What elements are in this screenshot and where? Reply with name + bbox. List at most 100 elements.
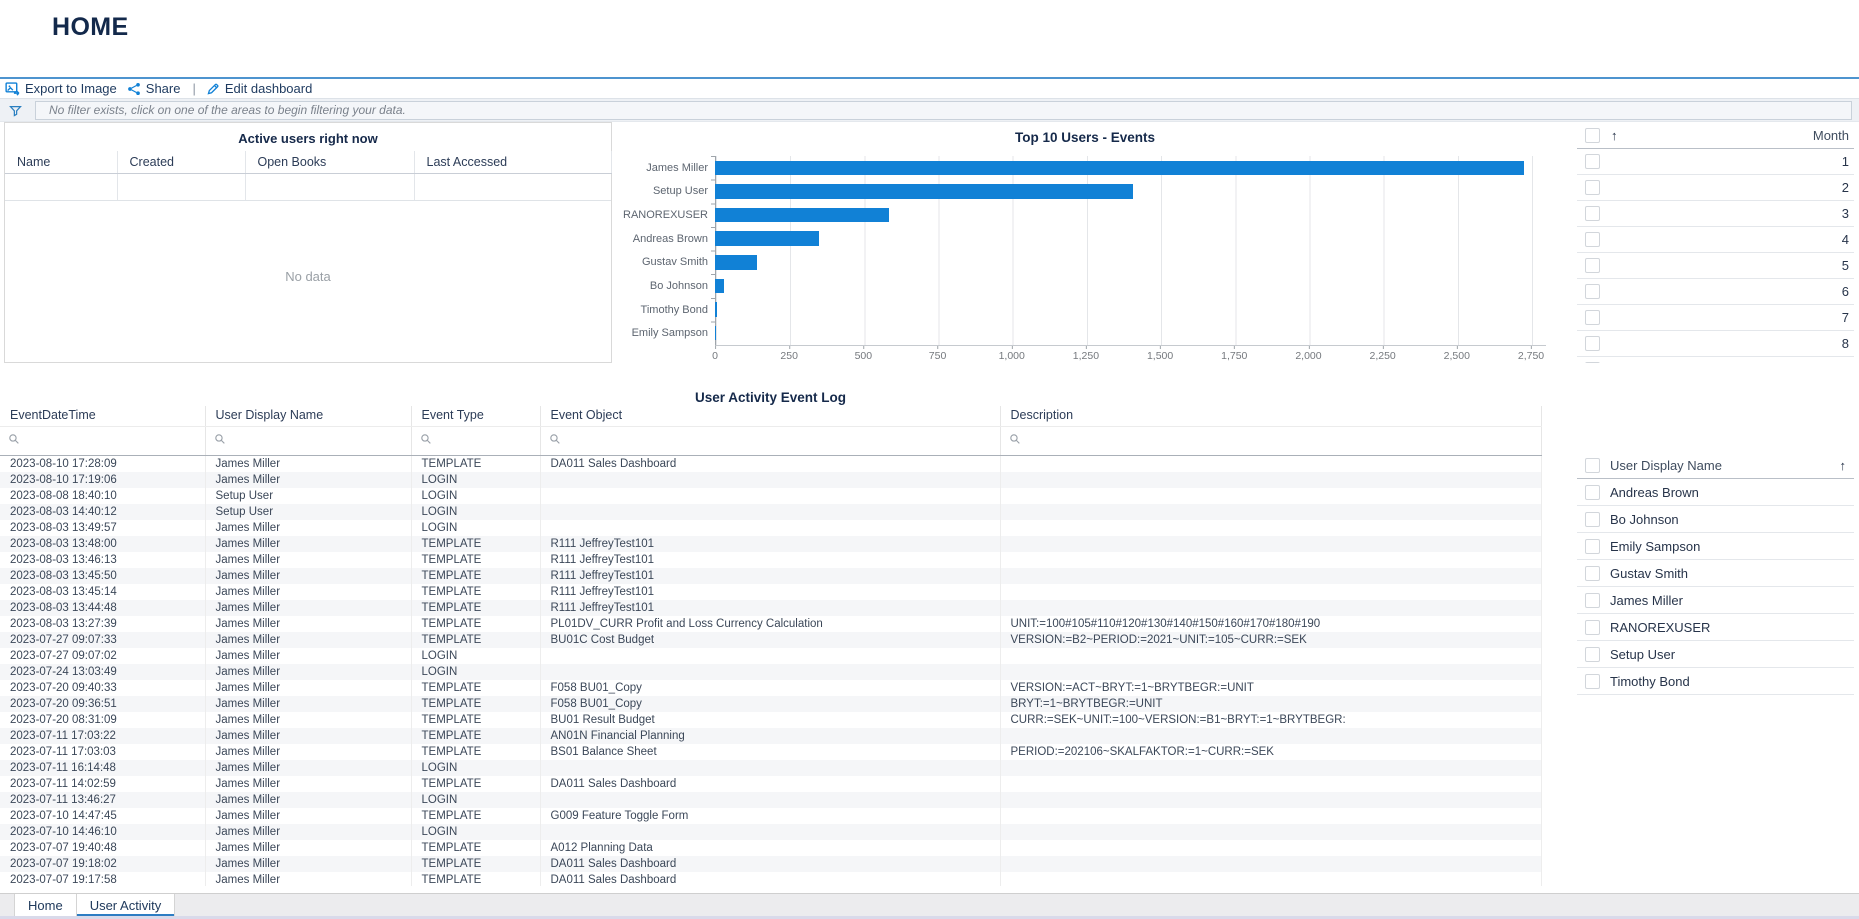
event-log-row[interactable]: 2023-08-10 17:28:09 James Miller TEMPLAT… [0,456,1541,473]
event-log-row[interactable]: 2023-07-10 14:47:45 James Miller TEMPLAT… [0,808,1541,824]
export-to-image-button[interactable]: Export to Image [5,81,117,96]
month-checkbox[interactable] [1585,336,1600,351]
chart-bar-row[interactable]: Emily Sampson [620,321,1545,345]
chart-bar-row[interactable]: Andreas Brown [620,227,1545,251]
chart-bar[interactable] [715,326,716,341]
month-filter-row[interactable]: 7 [1577,305,1854,331]
user-filter-row[interactable]: Andreas Brown [1577,479,1854,506]
column-search-input[interactable] [205,427,411,456]
column-search-input[interactable] [1000,427,1541,456]
month-checkbox[interactable] [1585,284,1600,299]
sheet-tab[interactable]: User Activity [77,894,176,916]
event-log-row[interactable]: 2023-08-03 13:44:48 James Miller TEMPLAT… [0,600,1541,616]
chart-bar[interactable] [715,302,717,317]
sheet-tab[interactable]: Home [14,894,77,916]
chart-bar-row[interactable]: Timothy Bond [620,298,1545,322]
user-filter-row[interactable]: Gustav Smith [1577,560,1854,587]
month-checkbox[interactable] [1585,206,1600,221]
month-filter-row[interactable]: 9 [1577,357,1854,363]
chart-bar[interactable] [715,231,819,246]
event-log-row[interactable]: 2023-07-07 19:17:58 James Miller TEMPLAT… [0,872,1541,886]
month-checkbox[interactable] [1585,258,1600,273]
chart-bar-row[interactable]: Gustav Smith [620,251,1545,275]
column-search-input[interactable] [0,427,205,456]
user-filter-row[interactable]: James Miller [1577,587,1854,614]
user-filter-row[interactable]: RANOREXUSER [1577,614,1854,641]
event-log-row[interactable]: 2023-07-10 14:46:10 James Miller LOGIN [0,824,1541,840]
event-log-row[interactable]: 2023-07-11 17:03:03 James Miller TEMPLAT… [0,744,1541,760]
share-button[interactable]: Share [127,81,181,96]
event-log-row[interactable]: 2023-07-27 09:07:33 James Miller TEMPLAT… [0,632,1541,648]
month-filter-row[interactable]: 6 [1577,279,1854,305]
month-select-all-checkbox[interactable] [1585,128,1600,143]
column-search-input[interactable] [411,427,540,456]
user-checkbox[interactable] [1585,593,1600,608]
user-checkbox[interactable] [1585,647,1600,662]
event-log-row[interactable]: 2023-07-20 09:40:33 James Miller TEMPLAT… [0,680,1541,696]
user-filter-row[interactable]: Emily Sampson [1577,533,1854,560]
event-log-column-header[interactable]: Event Type [411,406,540,427]
month-checkbox[interactable] [1585,232,1600,247]
month-filter-row[interactable]: 8 [1577,331,1854,357]
event-log-column-header[interactable]: Description [1000,406,1541,427]
top-users-chart-panel[interactable]: Top 10 Users - Events James Miller Setup… [620,122,1550,363]
user-checkbox[interactable] [1585,620,1600,635]
event-log-column-header[interactable]: User Display Name [205,406,411,427]
event-log-row[interactable]: 2023-08-03 13:45:14 James Miller TEMPLAT… [0,584,1541,600]
chart-bar[interactable] [715,161,1524,176]
event-log-row[interactable]: 2023-08-03 13:46:13 James Miller TEMPLAT… [0,552,1541,568]
event-log-row[interactable]: 2023-07-24 13:03:49 James Miller LOGIN [0,664,1541,680]
event-log-row[interactable]: 2023-08-03 13:49:57 James Miller LOGIN [0,520,1541,536]
user-checkbox[interactable] [1585,674,1600,689]
event-log-row[interactable]: 2023-08-08 18:40:10 Setup User LOGIN [0,488,1541,504]
chart-bar[interactable] [715,208,889,223]
user-sort-ascending-icon[interactable]: ↑ [1840,458,1847,473]
filter-status-message[interactable]: No filter exists, click on one of the ar… [35,101,1852,120]
month-filter-row[interactable]: 3 [1577,201,1854,227]
event-log-row[interactable]: 2023-07-11 17:03:22 James Miller TEMPLAT… [0,728,1541,744]
user-checkbox[interactable] [1585,539,1600,554]
user-select-all-checkbox[interactable] [1585,458,1600,473]
event-log-row[interactable]: 2023-07-20 08:31:09 James Miller TEMPLAT… [0,712,1541,728]
column-search-input[interactable] [540,427,1000,456]
user-filter-row[interactable]: Bo Johnson [1577,506,1854,533]
user-checkbox[interactable] [1585,566,1600,581]
event-log-row[interactable]: 2023-07-07 19:40:48 James Miller TEMPLAT… [0,840,1541,856]
chart-bar[interactable] [715,279,724,294]
chart-bar[interactable] [715,255,757,270]
event-log-row[interactable]: 2023-08-03 13:27:39 James Miller TEMPLAT… [0,616,1541,632]
chart-bar-row[interactable]: Setup User [620,180,1545,204]
event-log-column-header[interactable]: EventDateTime [0,406,205,427]
month-filter-row[interactable]: 2 [1577,175,1854,201]
event-log-row[interactable]: 2023-08-03 13:45:50 James Miller TEMPLAT… [0,568,1541,584]
user-checkbox[interactable] [1585,512,1600,527]
event-log-row[interactable]: 2023-07-11 14:02:59 James Miller TEMPLAT… [0,776,1541,792]
month-checkbox[interactable] [1585,154,1600,169]
event-log-row[interactable]: 2023-08-03 13:48:00 James Miller TEMPLAT… [0,536,1541,552]
chart-bar[interactable] [715,184,1133,199]
month-filter-row[interactable]: 4 [1577,227,1854,253]
event-log-row[interactable]: 2023-07-27 09:07:02 James Miller LOGIN [0,648,1541,664]
active-users-panel[interactable]: Active users right now NameCreatedOpen B… [4,122,612,363]
month-checkbox[interactable] [1585,180,1600,195]
event-log-row[interactable]: 2023-07-07 19:18:02 James Miller TEMPLAT… [0,856,1541,872]
event-log-row[interactable]: 2023-07-11 13:46:27 James Miller LOGIN [0,792,1541,808]
user-filter-row[interactable]: Setup User [1577,641,1854,668]
user-filter-row[interactable]: Timothy Bond [1577,668,1854,695]
edit-dashboard-button[interactable]: Edit dashboard [206,81,312,96]
chart-bar-row[interactable]: Bo Johnson [620,274,1545,298]
event-log-row[interactable]: 2023-08-10 17:19:06 James Miller LOGIN [0,472,1541,488]
month-filter-row[interactable]: 5 [1577,253,1854,279]
month-checkbox[interactable] [1585,310,1600,325]
event-log-column-header[interactable]: Event Object [540,406,1000,427]
month-filter-row[interactable]: 1 [1577,149,1854,175]
event-log-row[interactable]: 2023-08-03 14:40:12 Setup User LOGIN [0,504,1541,520]
event-log-row[interactable]: 2023-07-20 09:36:51 James Miller TEMPLAT… [0,696,1541,712]
month-checkbox[interactable] [1585,362,1600,363]
event-log-row[interactable]: 2023-07-11 16:14:48 James Miller LOGIN [0,760,1541,776]
user-checkbox[interactable] [1585,485,1600,500]
chart-bar-row[interactable]: James Miller [620,156,1545,180]
filter-funnel-icon[interactable] [9,104,22,117]
month-sort-ascending-icon[interactable]: ↑ [1611,128,1618,143]
chart-bar-row[interactable]: RANOREXUSER [620,203,1545,227]
